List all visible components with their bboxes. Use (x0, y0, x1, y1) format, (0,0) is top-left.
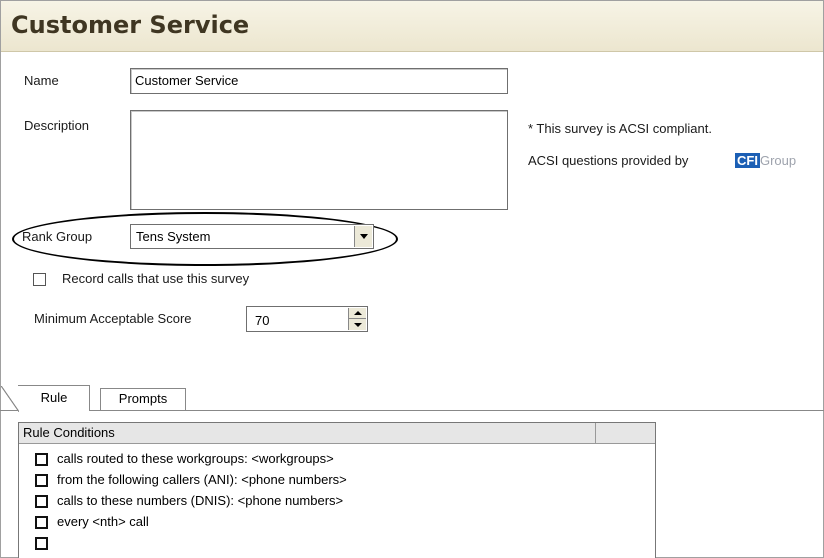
cfi-group-logo: CFI Group (735, 153, 796, 168)
rule-item-label: calls routed to these workgroups: <workg… (57, 451, 334, 466)
rank-group-value: Tens System (136, 229, 211, 244)
rule-conditions-header: Rule Conditions (19, 423, 655, 444)
tab-rule[interactable]: Rule (1, 385, 90, 412)
name-label: Name (24, 73, 59, 88)
rule-conditions-header-label: Rule Conditions (23, 425, 115, 440)
rank-group-select[interactable]: Tens System (130, 224, 374, 249)
rule-item-label: calls to these numbers (DNIS): <phone nu… (57, 493, 344, 508)
acsi-compliant-note: * This survey is ACSI compliant. (528, 121, 712, 136)
min-score-value: 70 (255, 313, 270, 328)
record-calls-label: Record calls that use this survey (62, 271, 250, 286)
page-title: Customer Service (11, 11, 250, 39)
min-score-spinner[interactable]: 70 (246, 306, 368, 332)
min-score-label: Minimum Acceptable Score (34, 311, 192, 326)
cfi-logo-mark: CFI (735, 153, 760, 168)
dropdown-arrow-icon[interactable] (354, 226, 372, 247)
rule-item-label: every <nth> call (57, 514, 149, 529)
rule-checkbox[interactable] (35, 516, 48, 529)
rule-checkbox[interactable] (35, 537, 48, 550)
rule-checkbox[interactable] (35, 474, 48, 487)
name-input[interactable]: Customer Service (130, 68, 508, 94)
rank-group-label: Rank Group (22, 229, 93, 244)
rule-checkbox[interactable] (35, 495, 48, 508)
acsi-provided-by-note: ACSI questions provided by (528, 153, 689, 168)
rule-item-label: from the following callers (ANI): <phone… (57, 472, 347, 487)
tab-strip-line (0, 410, 824, 411)
spin-down-icon[interactable] (348, 319, 366, 330)
description-textarea[interactable] (130, 110, 508, 210)
rule-conditions-panel: Rule Conditions calls routed to these wo… (18, 422, 656, 558)
spin-up-icon[interactable] (348, 308, 366, 319)
column-separator (595, 423, 596, 443)
record-calls-checkbox[interactable] (33, 273, 46, 286)
cfi-logo-group-text: Group (759, 153, 797, 168)
description-label: Description (24, 118, 90, 133)
title-bar: Customer Service (1, 1, 823, 52)
tab-prompts[interactable]: Prompts (100, 388, 186, 410)
rule-checkbox[interactable] (35, 453, 48, 466)
